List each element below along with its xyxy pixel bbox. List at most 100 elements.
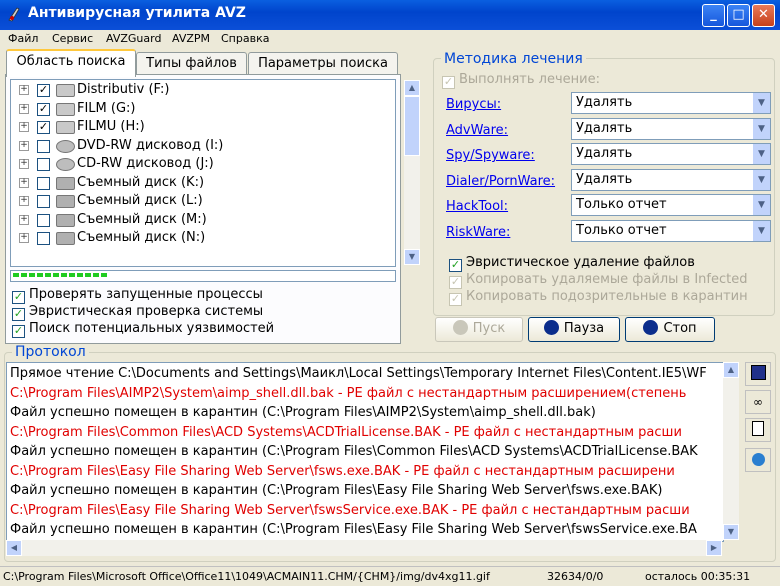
drive-tree[interactable]: + ✓ Distributiv (F:) + ✓ FILM (G:) + ✓ FILMU (H:… [10,79,396,267]
checkbox[interactable]: ✓ [12,308,25,321]
check-running-processes[interactable]: ✓ Проверять запущенные процессы [12,287,263,304]
status-bar: C:\Program Files\Microsoft Office\Office… [0,566,780,586]
treatment-link[interactable]: AdvWare: [446,123,508,138]
minimize-button[interactable]: _ [702,4,725,27]
perform-treatment-checkbox[interactable]: ✓ Выполнять лечение: [442,72,600,89]
drive-checkbox[interactable] [37,195,50,208]
checkbox[interactable]: ✓ [12,291,25,304]
log-vertical-scrollbar[interactable]: ▲ ▼ [723,362,739,540]
checkbox[interactable]: ✓ [12,325,25,338]
treatment-select[interactable]: Удалять ▼ [571,168,771,191]
treatment-select[interactable]: Только отчет ▼ [571,219,771,242]
treatment-select-value: Удалять [576,146,633,161]
menu-service[interactable]: Сервис [52,32,93,45]
drive-tree-item[interactable]: + ✓ Distributiv (F:) [11,81,395,99]
treatment-link[interactable]: RiskWare: [446,225,510,240]
treatment-link[interactable]: Spy/Spyware: [446,148,535,163]
expand-icon[interactable]: + [19,122,29,132]
heuristic-delete-files[interactable]: ✓ Эвристическое удаление файлов [449,255,695,272]
checkbox[interactable]: ✓ [449,276,462,289]
log-scroll-left[interactable]: ◀ [6,540,22,556]
log-scroll-right[interactable]: ▶ [706,540,722,556]
log-scroll-down[interactable]: ▼ [723,524,739,540]
expand-icon[interactable]: + [19,177,29,188]
log-scroll-up[interactable]: ▲ [723,362,739,378]
treatment-link[interactable]: Dialer/PornWare: [446,174,555,189]
treatment-select-value: Только отчет [576,197,667,212]
heuristic-system-check[interactable]: ✓ Эвристическая проверка системы [12,304,263,321]
treatment-select[interactable]: Удалять ▼ [571,143,771,165]
log-horizontal-scrollbar[interactable]: ◀ ▶ [6,540,722,556]
drive-checkbox[interactable]: ✓ [37,102,50,116]
drive-tree-item[interactable]: + ✓ FILMU (H:) [11,118,395,136]
tab-search-params[interactable]: Параметры поиска [248,52,398,75]
globe-button[interactable] [745,448,771,472]
search-vulnerabilities[interactable]: ✓ Поиск потенциальных уязвимостей [12,321,274,338]
treatment-select[interactable]: Удалять ▼ [571,117,771,140]
menu-file[interactable]: Файл [8,32,38,45]
expand-icon[interactable]: + [19,233,29,243]
treatment-link[interactable]: Вирусы: [446,97,501,112]
treatment-select[interactable]: Удалять ▼ [571,92,771,114]
chevron-down-icon[interactable]: ▼ [752,220,770,241]
close-button[interactable]: ✕ [752,4,775,27]
scroll-up-button[interactable]: ▲ [404,80,420,96]
copy-deleted-to-infected[interactable]: ✓ Копировать удаляемые файлы в Infected [449,272,747,289]
chevron-down-icon[interactable]: ▼ [752,93,770,113]
drive-tree-item[interactable]: + Съемный диск (K:) [11,174,395,192]
scroll-down-button[interactable]: ▼ [404,249,420,265]
view-log-button[interactable]: ∞ [745,390,771,414]
document-icon [752,421,764,436]
chevron-down-icon[interactable]: ▼ [752,195,770,215]
expand-icon[interactable]: + [19,103,29,114]
status-time-remaining: осталось 00:35:31 [645,570,751,583]
removable-drive-icon [56,176,75,190]
treatment-select[interactable]: Только отчет ▼ [571,194,771,216]
checkbox[interactable]: ✓ [449,293,462,306]
drive-checkbox[interactable] [37,158,50,171]
menu-avzguard[interactable]: AVZGuard [106,32,161,45]
protocol-log[interactable]: Прямое чтение C:\Documents and Settings\… [6,362,724,542]
start-button[interactable]: Пуск [435,317,523,342]
drive-tree-item[interactable]: + Съемный диск (L:) [11,192,395,210]
scroll-thumb[interactable] [404,96,420,156]
save-log-button[interactable] [745,362,771,386]
copy-suspicious-to-quarantine[interactable]: ✓ Копировать подозрительные в карантин [449,289,748,306]
maximize-icon: □ [732,7,745,22]
pause-button[interactable]: Пауза [528,317,620,342]
chevron-down-icon[interactable]: ▼ [752,144,770,164]
tab-search-area[interactable]: Область поиска [6,49,136,77]
tree-scrollbar[interactable]: ▲ ▼ [404,80,420,265]
drive-tree-item[interactable]: + CD-RW дисковод (J:) [11,155,395,173]
drive-checkbox[interactable]: ✓ [37,84,50,97]
clear-log-button[interactable] [745,418,771,442]
chevron-down-icon[interactable]: ▼ [752,118,770,139]
checkbox[interactable]: ✓ [442,76,455,89]
title-bar[interactable]: Антивирусная утилита AVZ _ □ ✕ [0,0,780,30]
chevron-down-icon[interactable]: ▼ [752,169,770,190]
drive-label: CD-RW дисковод (J:) [77,156,214,171]
expand-icon[interactable]: + [19,159,29,169]
drive-checkbox[interactable] [37,176,50,190]
drive-checkbox[interactable] [37,232,50,245]
maximize-button[interactable]: □ [727,4,750,27]
expand-icon[interactable]: + [19,196,29,206]
menu-avzpm[interactable]: AVZPM [172,32,210,45]
expand-icon[interactable]: + [19,214,29,225]
treatment-link[interactable]: HackTool: [446,199,508,214]
tab-file-types[interactable]: Типы файлов [136,52,247,75]
drive-tree-item[interactable]: + Съемный диск (M:) [11,211,395,229]
drive-tree-item[interactable]: + ✓ FILM (G:) [11,100,395,118]
pause-icon [543,320,559,335]
drive-checkbox[interactable]: ✓ [37,121,50,134]
expand-icon[interactable]: + [19,140,29,151]
drive-tree-item[interactable]: + DVD-RW дисковод (I:) [11,137,395,155]
drive-tree-item[interactable]: + Съемный диск (N:) [11,229,395,247]
drive-checkbox[interactable] [37,213,50,227]
drive-label: Съемный диск (M:) [77,211,207,227]
expand-icon[interactable]: + [19,85,29,95]
drive-checkbox[interactable] [37,139,50,153]
stop-button[interactable]: Стоп [625,317,715,342]
menu-help[interactable]: Справка [221,32,269,45]
checkbox[interactable]: ✓ [449,259,462,272]
